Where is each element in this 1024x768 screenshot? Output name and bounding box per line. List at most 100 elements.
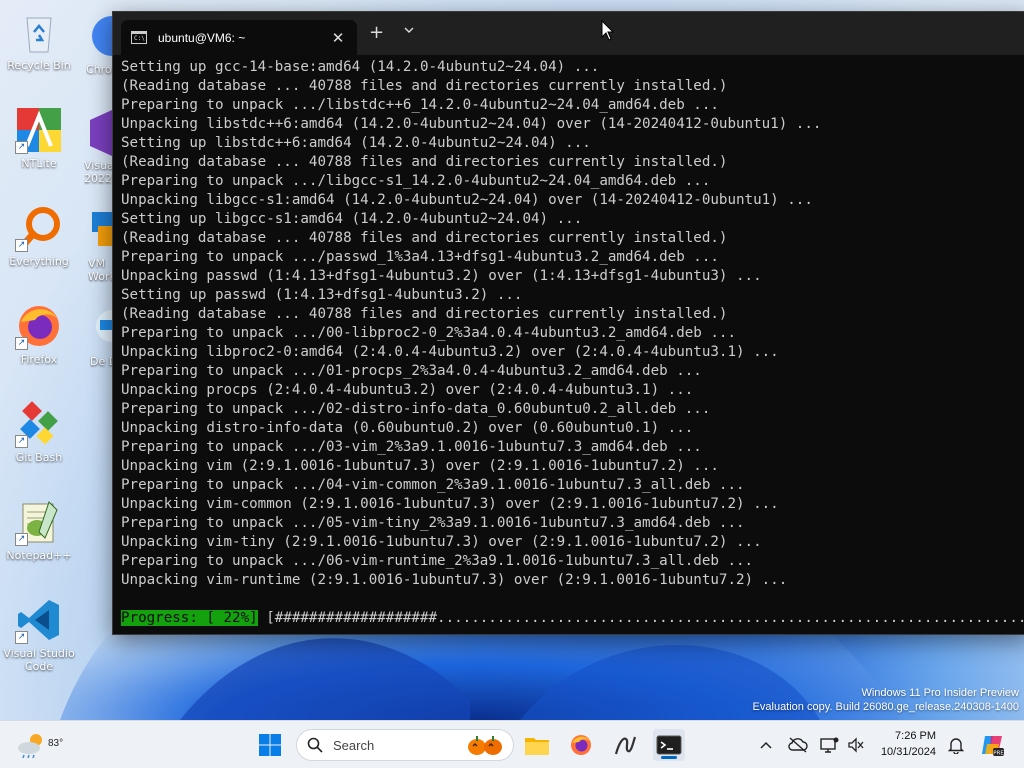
taskbar: 83° Search 7:26 PM 10/31/2024 PRE [0, 720, 1024, 768]
shortcut-arrow-icon: ↗ [15, 533, 28, 546]
shortcut-arrow-icon: ↗ [15, 337, 28, 350]
terminal-line: Setting up libstdc++6:amd64 (14.2.0-4ubu… [121, 135, 591, 151]
terminal-line: Unpacking vim (2:9.1.0016-1ubuntu7.3) ov… [121, 458, 719, 474]
copilot-icon: PRE [982, 736, 1004, 757]
desktop-icon-label: NTLite [21, 157, 57, 170]
terminal-line: Preparing to unpack .../06-vim-runtime_2… [121, 553, 754, 569]
close-tab-icon[interactable]: ✕ [329, 29, 347, 47]
weather-cloud-icon [18, 734, 42, 759]
firefox-icon [571, 735, 591, 755]
terminal-line: Preparing to unpack .../04-vim-common_2%… [121, 477, 745, 493]
terminal-line: Unpacking distro-info-data (0.60ubuntu0.… [121, 420, 694, 436]
network-icon [820, 737, 839, 753]
terminal-line: Setting up passwd (1:4.13+dfsg1-4ubuntu3… [121, 287, 523, 303]
folder-icon [525, 738, 549, 755]
terminal-icon: C:\ [131, 31, 147, 44]
terminal-titlebar[interactable]: C:\ ubuntu@VM6: ~ ✕ + [113, 12, 1024, 55]
progress-line: Progress: [ 22%] [###################...… [121, 609, 1024, 628]
terminal-line: (Reading database ... 40788 files and di… [121, 78, 728, 94]
desktop-icon-ntlite[interactable]: ↗ NTLite [1, 106, 77, 170]
search-icon [307, 737, 323, 753]
search-placeholder: Search [333, 737, 375, 753]
desktop-icon-recycle-bin[interactable]: Recycle Bin [1, 8, 77, 72]
terminal-line: Unpacking libproc2-0:amd64 (2:4.0.4-4ubu… [121, 344, 779, 360]
terminal-line: Preparing to unpack .../02-distro-info-d… [121, 401, 711, 417]
pen-tool-icon [614, 736, 637, 755]
new-tab-button[interactable]: + [369, 23, 384, 43]
visual-studio-icon [90, 110, 112, 156]
desktop-icon-notepad-plus-plus[interactable]: ↗ Notepad++ [1, 498, 77, 562]
tab-ubuntu[interactable]: C:\ ubuntu@VM6: ~ ✕ [121, 20, 357, 55]
desktop-icon-everything[interactable]: ↗ Everything [1, 204, 77, 268]
desktop-icon-label: Everything [9, 255, 69, 268]
terminal-line: Unpacking vim-runtime (2:9.1.0016-1ubunt… [121, 572, 788, 588]
inkscape-taskbar-button[interactable] [609, 729, 641, 761]
bell-icon [948, 738, 964, 754]
terminal-line: Unpacking passwd (1:4.13+dfsg1-4ubuntu3.… [121, 268, 762, 284]
desktop-icon-label: Notepad++ [6, 549, 72, 562]
progress-label: Progress: [ 22%] [121, 610, 258, 626]
terminal-line: Setting up gcc-14-base:amd64 (14.2.0-4ub… [121, 59, 600, 75]
speaker-muted-icon [848, 737, 864, 753]
notepad-plus-plus-icon: ↗ [15, 498, 63, 546]
notifications-button[interactable] [940, 729, 972, 761]
terminal-line: Preparing to unpack .../libstdc++6_14.2.… [121, 97, 719, 113]
vscode-icon: ↗ [15, 596, 63, 644]
terminal-line: Unpacking vim-common (2:9.1.0016-1ubuntu… [121, 496, 779, 512]
chevron-down-icon[interactable] [403, 25, 415, 38]
taskbar-search[interactable]: Search [296, 729, 514, 761]
terminal-line: Preparing to unpack .../00-libproc2-0_2%… [121, 325, 736, 341]
start-button[interactable] [254, 729, 286, 761]
tray-icon-volume[interactable] [840, 729, 872, 761]
terminal-line: Preparing to unpack .../01-procps_2%3a4.… [121, 363, 702, 379]
weather-widget[interactable]: 83° [16, 730, 63, 760]
svg-text:PRE: PRE [993, 751, 1004, 757]
terminal-taskbar-button[interactable] [653, 729, 685, 761]
desktop-icon-label: Recycle Bin [7, 59, 71, 72]
windows-logo-icon [259, 734, 281, 756]
show-hidden-icons-button[interactable] [750, 729, 782, 761]
clock-time: 7:26 PM [895, 730, 936, 742]
terminal-icon [656, 735, 682, 755]
file-explorer-button[interactable] [521, 729, 553, 761]
terminal-line: Unpacking vim-tiny (2:9.1.0016-1ubuntu7.… [121, 534, 762, 550]
firefox-icon: ↗ [15, 302, 63, 350]
git-bash-icon: ↗ [15, 400, 63, 448]
desktop-icon-label: Visual Studio Code [3, 647, 75, 673]
terminal-line: Preparing to unpack .../passwd_1%3a4.13+… [121, 249, 719, 265]
ntlite-icon: ↗ [15, 106, 63, 154]
tray-icon-cloud-off[interactable] [782, 729, 814, 761]
copilot-button[interactable]: PRE [976, 729, 1008, 761]
clock-date: 10/31/2024 [880, 746, 936, 758]
everything-search-icon: ↗ [15, 204, 63, 252]
terminal-output[interactable]: Setting up gcc-14-base:amd64 (14.2.0-4ub… [121, 58, 1024, 634]
vmware-icon [92, 212, 112, 246]
firefox-taskbar-button[interactable] [565, 729, 597, 761]
running-indicator [661, 756, 677, 759]
shortcut-arrow-icon: ↗ [15, 141, 28, 154]
terminal-line: Unpacking procps (2:4.0.4-4ubuntu3.2) ov… [121, 382, 694, 398]
terminal-window[interactable]: C:\ ubuntu@VM6: ~ ✕ + Setting up gcc-14-… [112, 11, 1024, 635]
cloud-offline-icon [788, 737, 808, 753]
terminal-line: Preparing to unpack .../03-vim_2%3a9.1.0… [121, 439, 702, 455]
desktop-icon-vscode[interactable]: ↗ Visual Studio Code [1, 596, 77, 673]
desktop-icon-label: Firefox [20, 353, 58, 366]
watermark-line-2: Evaluation copy. Build 26080.ge_release.… [752, 701, 1019, 713]
desktop-icon-label: Git Bash [15, 451, 63, 464]
halloween-pumpkin-icon [468, 736, 502, 755]
tab-title: ubuntu@VM6: ~ [158, 30, 246, 45]
terminal-line: Preparing to unpack .../05-vim-tiny_2%3a… [121, 515, 745, 531]
terminal-line: Unpacking libstdc++6:amd64 (14.2.0-4ubun… [121, 116, 822, 132]
chrome-icon [92, 16, 126, 56]
windows-watermark: Windows 11 Pro Insider Preview Evaluatio… [753, 686, 1019, 714]
desktop-icon-firefox[interactable]: ↗ Firefox [1, 302, 77, 366]
recycle-bin-icon [15, 8, 63, 56]
terminal-line: (Reading database ... 40788 files and di… [121, 154, 728, 170]
terminal-line: Unpacking libgcc-s1:amd64 (14.2.0-4ubunt… [121, 192, 813, 208]
terminal-line: (Reading database ... 40788 files and di… [121, 230, 728, 246]
desktop-icon-git-bash[interactable]: ↗ Git Bash [1, 400, 77, 464]
progress-bar: [###################....................… [257, 610, 1024, 626]
terminal-line: (Reading database ... 40788 files and di… [121, 306, 728, 322]
system-clock[interactable]: 7:26 PM 10/31/2024 [872, 728, 936, 760]
shortcut-arrow-icon: ↗ [15, 239, 28, 252]
